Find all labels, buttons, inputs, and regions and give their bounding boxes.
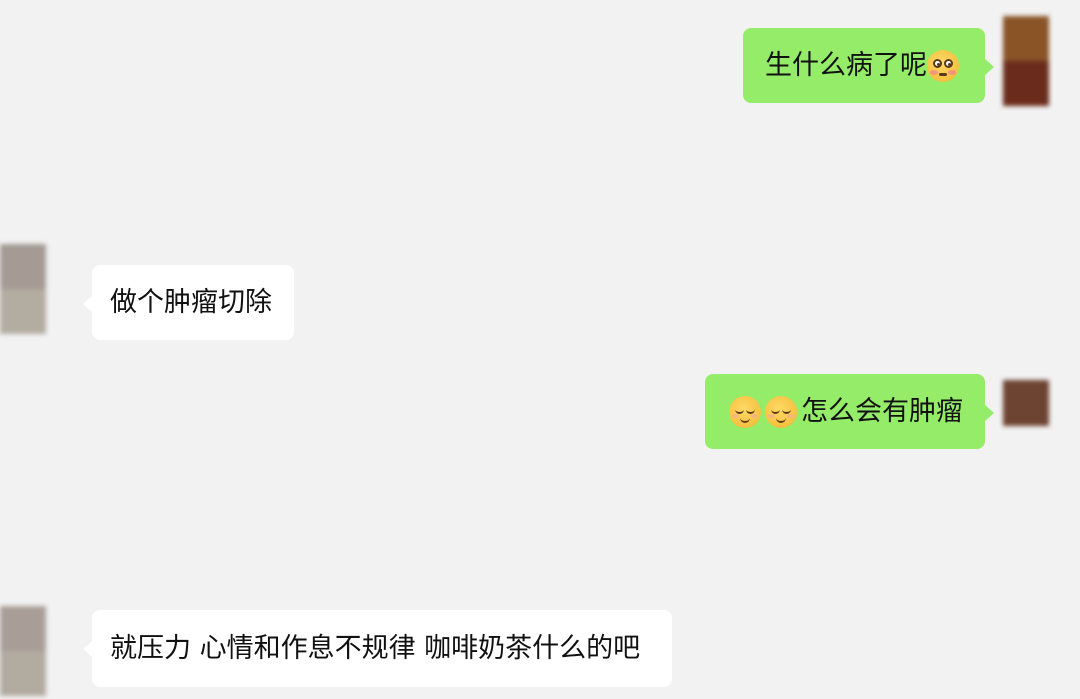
- my-avatar[interactable]: [1003, 380, 1049, 426]
- message-text: 生什么病了呢: [765, 50, 927, 81]
- message-text: 就压力 心情和作息不规律 咖啡奶茶什么的吧: [110, 633, 641, 664]
- relieved-face-icon: [765, 395, 797, 428]
- outgoing-message-bubble[interactable]: 生什么病了呢: [743, 28, 994, 103]
- contact-avatar[interactable]: [0, 244, 46, 334]
- contact-avatar[interactable]: [0, 606, 46, 696]
- incoming-message-bubble[interactable]: 就压力 心情和作息不规律 咖啡奶茶什么的吧: [83, 610, 672, 687]
- outgoing-message-bubble[interactable]: 怎么会有肿瘤: [705, 374, 994, 449]
- relieved-face-icon: [729, 395, 761, 428]
- flushed-face-icon: [927, 49, 959, 82]
- message-text: 怎么会有肿瘤: [801, 396, 963, 427]
- my-avatar[interactable]: [1003, 16, 1049, 106]
- chat-area: 生什么病了呢 做个肿瘤切除 怎么会有肿瘤 就压力 心情和作息不规律 咖啡奶茶什么…: [0, 0, 1080, 699]
- incoming-message-bubble[interactable]: 做个肿瘤切除: [83, 265, 294, 340]
- message-text: 做个肿瘤切除: [110, 287, 272, 318]
